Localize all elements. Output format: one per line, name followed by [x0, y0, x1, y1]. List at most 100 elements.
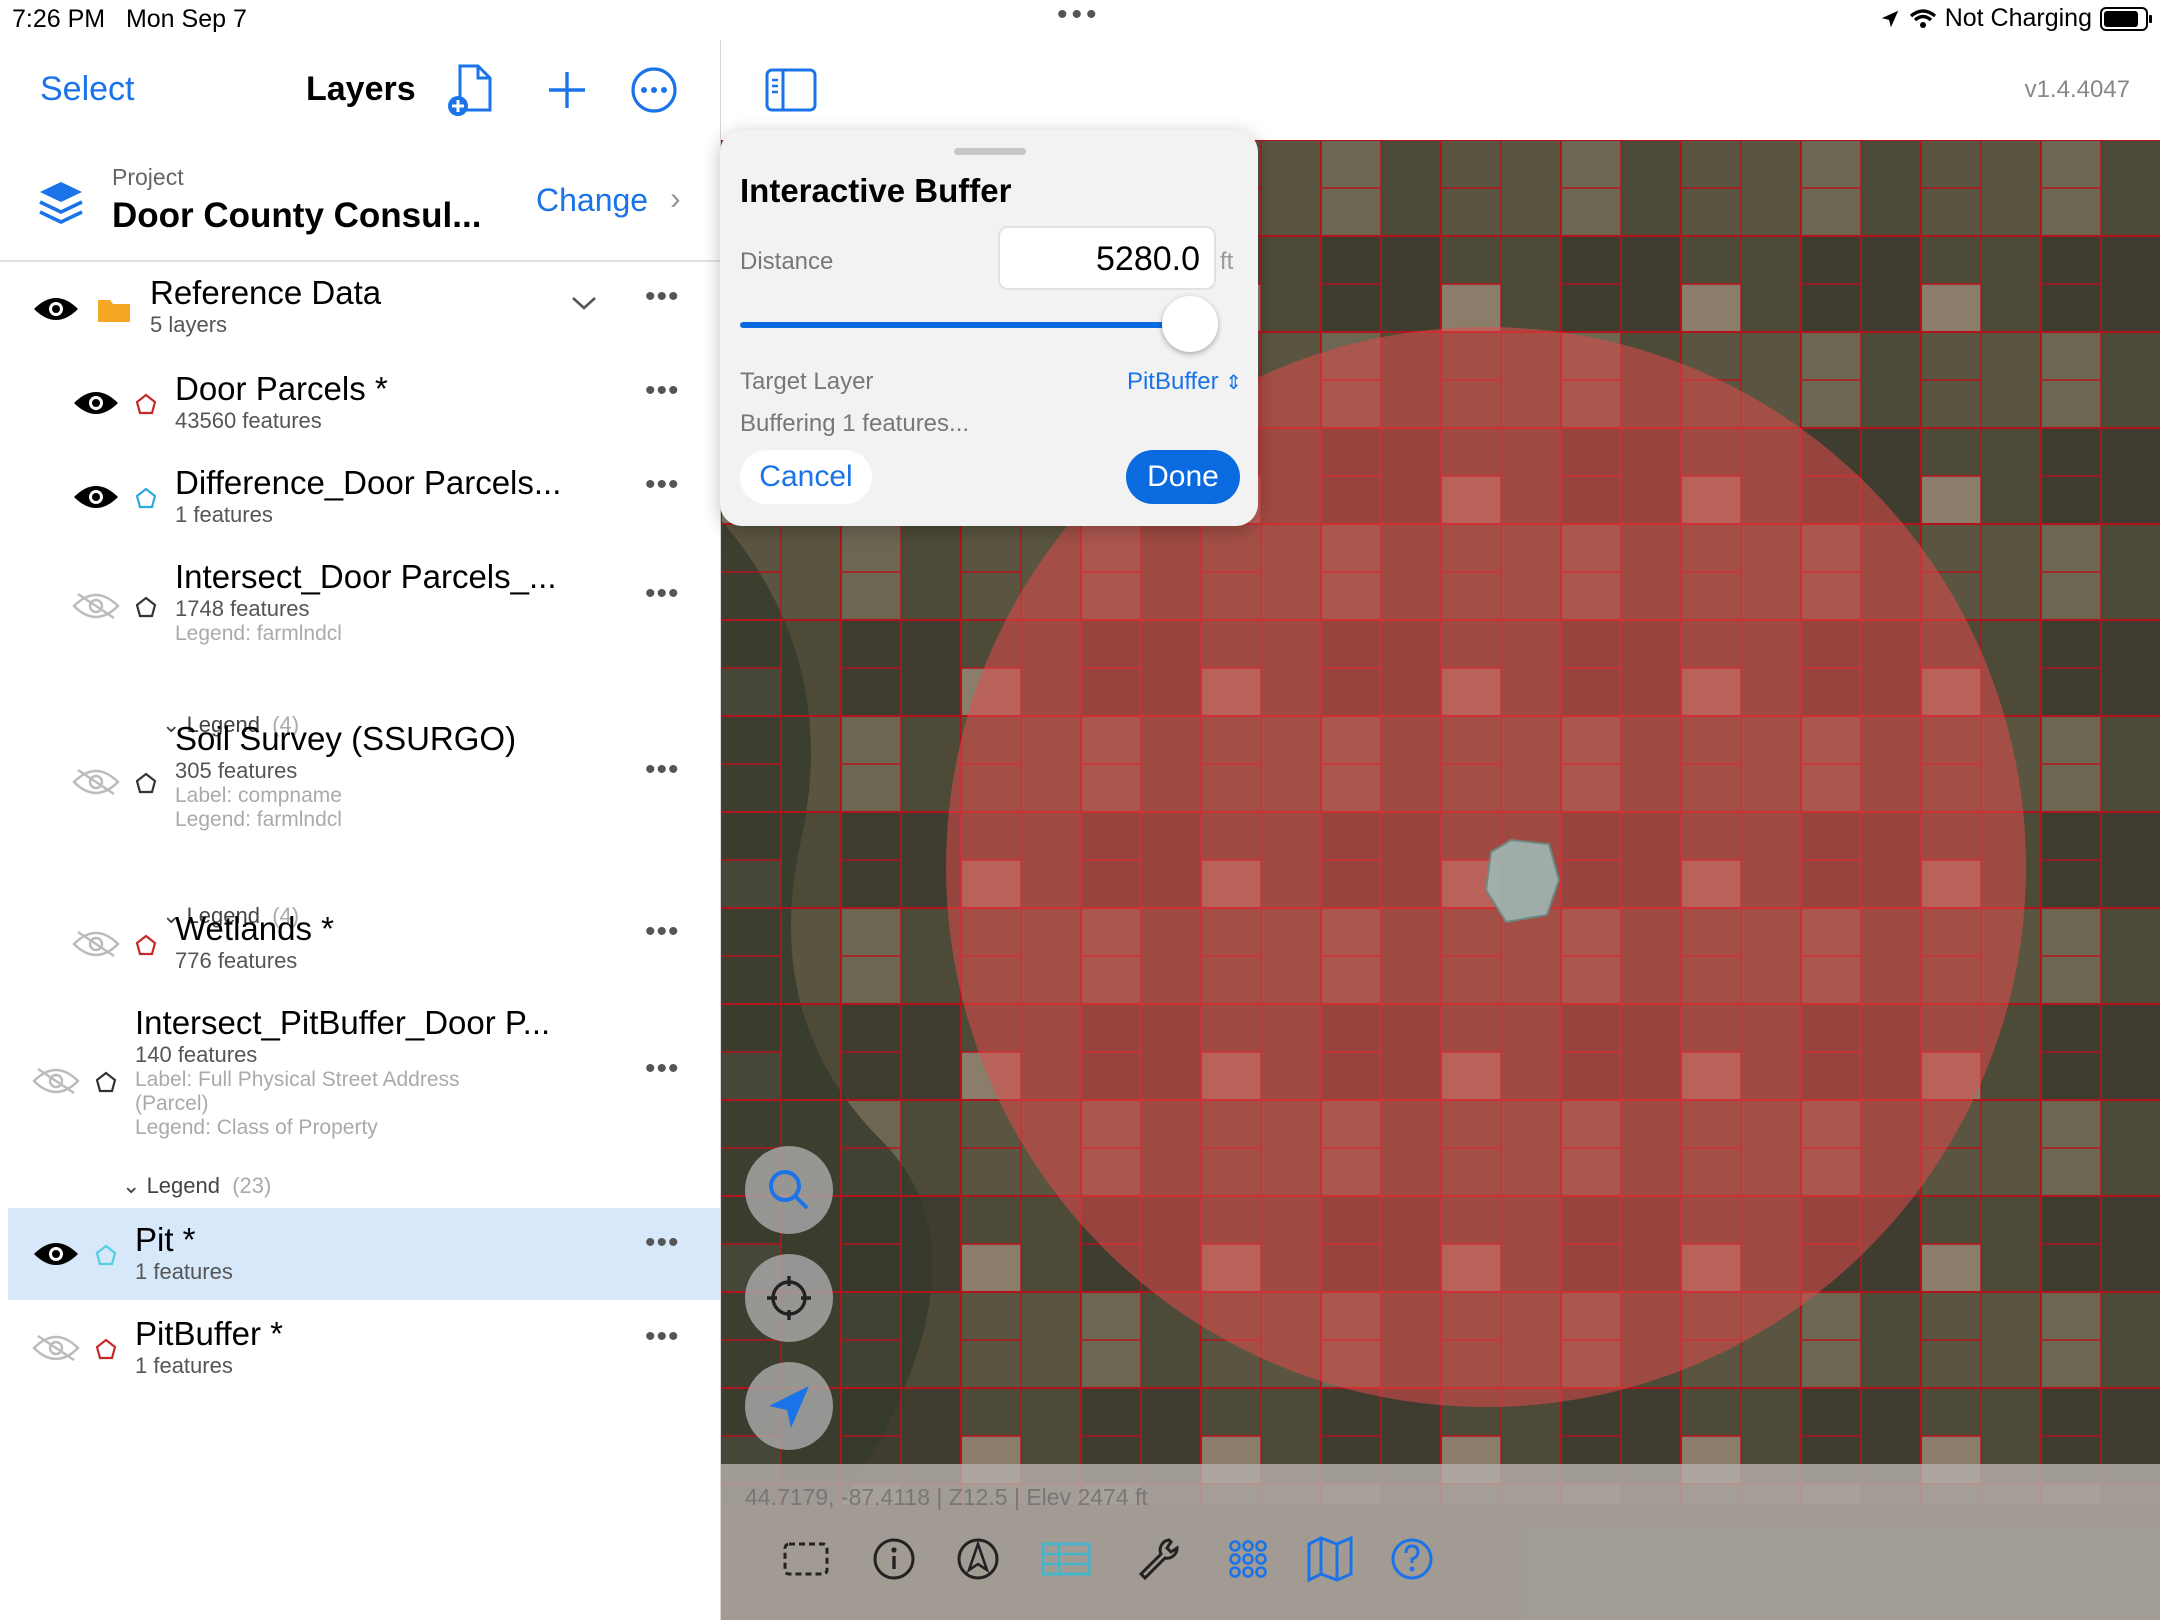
more-icon[interactable]: •••	[645, 1052, 680, 1086]
select-button[interactable]: Select	[40, 70, 135, 109]
more-icon[interactable]: •••	[645, 1226, 680, 1260]
panel-title: Interactive Buffer	[740, 172, 1012, 209]
status-right: Not Charging	[1879, 4, 2152, 33]
eye-icon[interactable]	[32, 295, 80, 323]
eye-icon[interactable]	[72, 389, 120, 417]
polygon-icon	[135, 596, 157, 618]
more-icon[interactable]: •••	[645, 374, 680, 408]
layer-label-meta: Label: compname	[175, 784, 342, 807]
layer-features: 43560 features	[175, 408, 322, 433]
polygon-icon	[135, 393, 157, 415]
location-arrow-icon	[769, 1386, 809, 1428]
distance-slider[interactable]	[740, 322, 1180, 328]
location-arrow-icon	[1881, 10, 1898, 27]
more-icon[interactable]: •••	[645, 280, 680, 314]
status-bar: 7:26 PM Mon Sep 7 ••• Not Charging	[0, 0, 2160, 40]
layer-features: 1 features	[135, 1259, 233, 1284]
legend-toggle[interactable]: ⌄ Legend (23)	[122, 1173, 271, 1199]
layer-name: Wetlands *	[175, 910, 334, 947]
chevron-right-icon[interactable]: ›	[670, 180, 681, 217]
more-icon[interactable]: •••	[645, 468, 680, 502]
layer-legend-meta: Legend: Class of Property	[135, 1116, 378, 1139]
navigate-fab[interactable]	[745, 1362, 833, 1450]
change-project-button[interactable]: Change	[536, 182, 648, 219]
polygon-icon	[135, 487, 157, 509]
eye-slash-icon[interactable]	[72, 930, 120, 958]
layer-label-meta-cont: (Parcel)	[135, 1092, 209, 1115]
grid-icon[interactable]	[1221, 1532, 1275, 1586]
wrench-icon[interactable]	[1131, 1532, 1185, 1586]
search-fab[interactable]	[745, 1146, 833, 1234]
map-top-bar: v1.4.4047	[721, 40, 2160, 140]
project-caption: Project	[112, 164, 184, 190]
distance-unit: ft	[1220, 248, 1234, 275]
layer-row-pitbuffer[interactable]: PitBuffer * 1 features	[135, 1315, 283, 1379]
polygon-icon	[95, 1338, 117, 1360]
locate-fab[interactable]	[745, 1254, 833, 1342]
more-icon[interactable]: •••	[645, 915, 680, 949]
help-icon[interactable]	[1385, 1532, 1439, 1586]
layer-row-soil-survey[interactable]: Soil Survey (SSURGO) 305 features Label:…	[175, 720, 516, 832]
sidebar-toggle-icon[interactable]	[765, 68, 817, 112]
eye-icon[interactable]	[72, 483, 120, 511]
map-icon[interactable]	[1303, 1532, 1357, 1586]
polygon-icon	[135, 772, 157, 794]
more-circle-icon[interactable]	[624, 60, 684, 120]
layer-features: 1 features	[135, 1353, 233, 1378]
crosshair-icon	[767, 1276, 811, 1320]
layer-label-meta: Label: Full Physical Street Address	[135, 1068, 460, 1091]
more-icon[interactable]: •••	[645, 577, 680, 611]
layer-features: 1 features	[175, 502, 273, 527]
layer-row-intersect-pitbuffer[interactable]: Intersect_PitBuffer_Door P... 140 featur…	[135, 1004, 550, 1140]
compass-pen-icon[interactable]	[951, 1532, 1005, 1586]
layer-name: Difference_Door Parcels...	[175, 464, 562, 501]
status-time: 7:26 PM Mon Sep 7	[12, 5, 247, 33]
distance-label: Distance	[740, 248, 834, 275]
distance-input[interactable]: 5280.0	[998, 226, 1216, 290]
layer-row-pit[interactable]: Pit * 1 features	[135, 1221, 233, 1285]
target-layer-select[interactable]: PitBuffer ⇕	[1127, 368, 1242, 396]
layer-features: 776 features	[175, 948, 298, 973]
layer-name: Door Parcels *	[175, 370, 388, 407]
multitask-dots-icon[interactable]: •••	[1057, 0, 1101, 32]
layers-sidebar: Select Layers Project Door County Consul…	[0, 40, 721, 1620]
table-icon[interactable]	[1039, 1532, 1093, 1586]
layer-row-intersect-door-parcels[interactable]: Intersect_Door Parcels_... 1748 features…	[175, 558, 557, 646]
target-layer-label: Target Layer	[740, 368, 874, 395]
eye-slash-icon[interactable]	[72, 768, 120, 796]
chevron-updown-icon: ⇕	[1225, 372, 1242, 394]
polygon-icon	[95, 1244, 117, 1266]
coordinate-readout: 44.7179, -87.4118 | Z12.5 | Elev 2474 ft	[745, 1484, 1148, 1510]
layer-row-wetlands[interactable]: Wetlands * 776 features	[175, 910, 334, 974]
layer-features: 140 features	[135, 1042, 258, 1067]
layer-features: 1748 features	[175, 596, 310, 621]
eye-slash-icon[interactable]	[32, 1067, 80, 1095]
drag-handle[interactable]	[954, 148, 1026, 155]
project-layers-icon	[39, 182, 83, 224]
layer-name: Pit *	[135, 1221, 196, 1258]
slider-thumb[interactable]	[1162, 296, 1218, 352]
polygon-icon	[95, 1071, 117, 1093]
add-document-icon[interactable]	[440, 60, 500, 120]
info-icon[interactable]	[867, 1532, 921, 1586]
select-rect-icon[interactable]	[779, 1532, 833, 1586]
layer-name: Intersect_PitBuffer_Door P...	[135, 1004, 551, 1041]
cancel-button[interactable]: Cancel	[740, 450, 872, 504]
layer-name: Soil Survey (SSURGO)	[175, 720, 517, 757]
group-reference-data[interactable]: Reference Data 5 layers	[150, 274, 381, 338]
bottom-toolbar: 44.7179, -87.4118 | Z12.5 | Elev 2474 ft	[721, 1464, 2160, 1620]
eye-slash-icon[interactable]	[72, 592, 120, 620]
layer-legend-meta: Legend: farmlndcl	[175, 808, 342, 831]
chevron-down-icon[interactable]	[570, 294, 598, 312]
chevron-down-icon: ⌄	[122, 1173, 141, 1198]
wifi-icon	[1909, 8, 1936, 28]
more-icon[interactable]: •••	[645, 1320, 680, 1354]
plus-icon[interactable]	[537, 60, 597, 120]
version-label: v1.4.4047	[2024, 76, 2130, 103]
done-button[interactable]: Done	[1126, 450, 1240, 504]
more-icon[interactable]: •••	[645, 753, 680, 787]
layer-row-door-parcels[interactable]: Door Parcels * 43560 features	[175, 370, 388, 434]
eye-slash-icon[interactable]	[32, 1334, 80, 1362]
layer-row-difference[interactable]: Difference_Door Parcels... 1 features	[175, 464, 561, 528]
eye-icon[interactable]	[32, 1240, 80, 1268]
